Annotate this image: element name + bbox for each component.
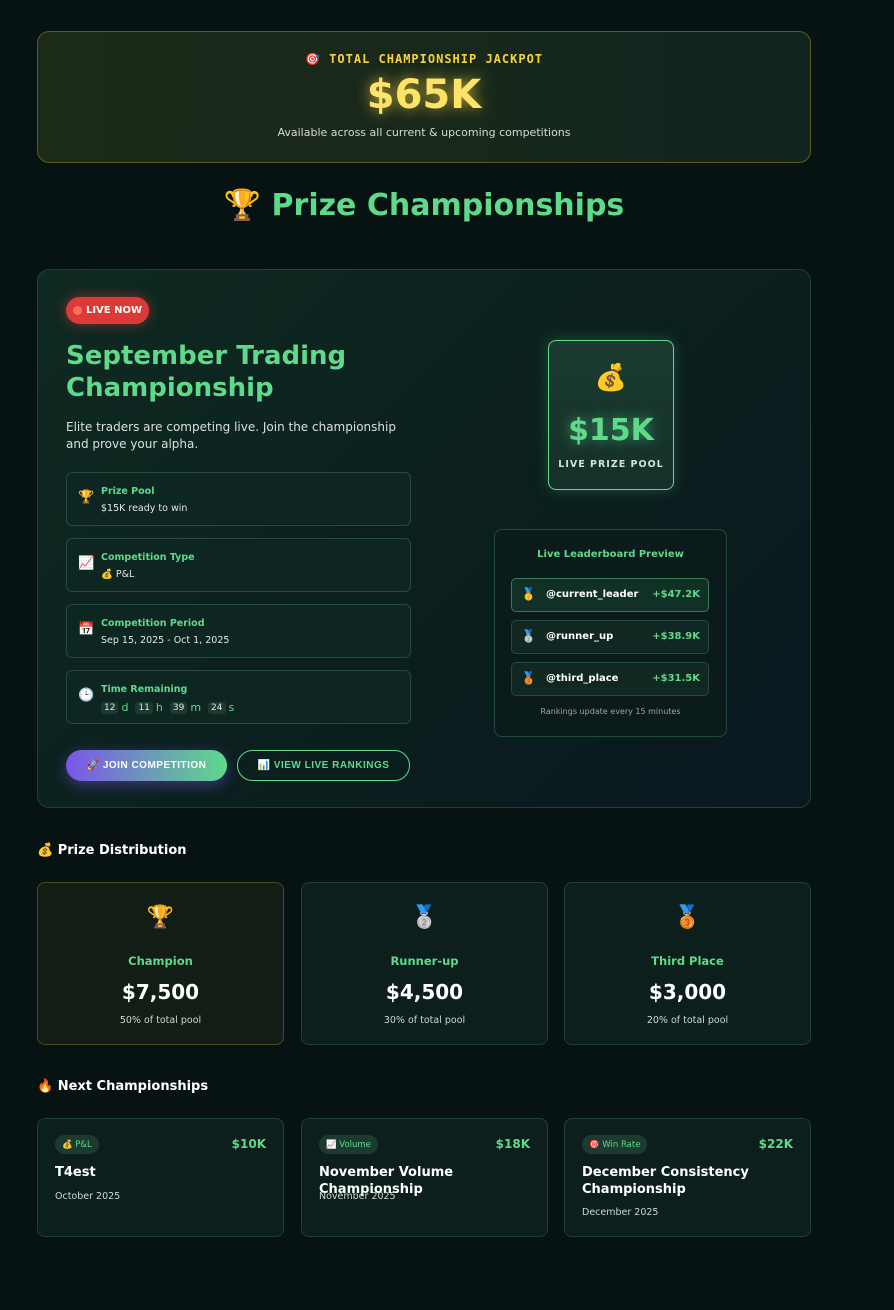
championship-date: November 2025 xyxy=(319,1191,396,1202)
competition-title: September Trading Championship xyxy=(66,341,347,403)
competition-type-badge: 🎯 Win Rate xyxy=(582,1135,648,1154)
competition-type-badge: 📈 Volume xyxy=(319,1135,378,1154)
championship-title: T4est xyxy=(55,1165,96,1180)
next-championship-card[interactable]: 💰 P&L $10K T4est October 2025 xyxy=(37,1118,284,1237)
info-value: 💰 P&L xyxy=(101,569,135,580)
info-prize-pool: 🏆 Prize Pool $15K ready to win xyxy=(66,472,411,526)
timer-unit: d xyxy=(121,701,129,714)
prize-percentage: 30% of total pool xyxy=(383,1015,466,1026)
next-championship-card[interactable]: 🎯 Win Rate $22K December Consistency Cha… xyxy=(564,1118,811,1237)
timer-unit: m xyxy=(190,701,202,714)
prize-amount: $4,500 xyxy=(385,980,464,1004)
info-value: Sep 15, 2025 - Oct 1, 2025 xyxy=(101,635,230,646)
championship-prize: $18K xyxy=(495,1137,530,1151)
jackpot-amount: $65K xyxy=(366,72,482,118)
championship-prize: $22K xyxy=(758,1137,793,1151)
leaderboard-user: @third_place xyxy=(546,673,619,684)
live-badge: LIVE NOW xyxy=(66,297,149,324)
prize-label: Third Place xyxy=(651,954,724,968)
info-label: Time Remaining xyxy=(101,684,188,695)
silver-medal-icon: 🥈 xyxy=(521,629,536,643)
view-live-rankings-button[interactable]: 📊 VIEW LIVE RANKINGS xyxy=(237,750,410,781)
leaderboard-footer: Rankings update every 15 minutes xyxy=(540,707,681,716)
leaderboard-value: +$31.5K xyxy=(652,673,700,684)
info-time-remaining: 🕒 Time Remaining 12 d 11 h 39 m 24 s xyxy=(66,670,411,724)
trophy-icon: 🏆 xyxy=(223,188,262,223)
silver-medal-icon: 🥈 xyxy=(410,905,439,930)
prize-percentage: 50% of total pool xyxy=(119,1015,202,1026)
calendar-icon: 📅 xyxy=(78,622,95,637)
prize-card-runner-up: 🥈 Runner-up $4,500 30% of total pool xyxy=(301,882,548,1045)
prize-card-third-place: 🥉 Third Place $3,000 20% of total pool xyxy=(564,882,811,1045)
clock-icon: 🕒 xyxy=(78,688,95,703)
leaderboard-user: @runner_up xyxy=(546,631,614,642)
bronze-medal-icon: 🥉 xyxy=(521,671,536,685)
page-title: 🏆 Prize Championships xyxy=(0,188,848,223)
live-prize-pool-card: 💰 $15K LIVE PRIZE POOL xyxy=(548,340,674,490)
leaderboard-row[interactable]: 🥇 @current_leader +$47.2K xyxy=(511,578,709,612)
trophy-icon: 🏆 xyxy=(146,905,175,930)
leaderboard-value: +$38.9K xyxy=(652,631,700,642)
live-competition-card: LIVE NOW September Trading Championship … xyxy=(37,269,811,808)
live-badge-label: LIVE NOW xyxy=(85,305,143,316)
timer-hours: 11 xyxy=(135,701,153,714)
gold-medal-icon: 🥇 xyxy=(521,587,536,601)
info-value: $15K ready to win xyxy=(101,503,188,514)
page-title-text: Prize Championships xyxy=(271,188,625,223)
prize-label: Runner-up xyxy=(390,954,459,968)
competition-description: Elite traders are competing live. Join t… xyxy=(66,420,396,451)
leaderboard-title: Live Leaderboard Preview xyxy=(537,549,684,560)
championship-date: October 2025 xyxy=(55,1191,121,1202)
jackpot-label: 🎯 TOTAL CHAMPIONSHIP JACKPOT xyxy=(38,52,810,66)
championship-prize: $10K xyxy=(231,1137,266,1151)
timer-unit: h xyxy=(155,701,163,714)
prize-card-champion: 🏆 Champion $7,500 50% of total pool xyxy=(37,882,284,1045)
money-bag-icon: 💰 xyxy=(594,363,628,393)
leaderboard-preview: Live Leaderboard Preview 🥇 @current_lead… xyxy=(494,529,727,737)
trophy-icon: 🏆 xyxy=(78,490,95,505)
live-dot-icon xyxy=(72,306,82,315)
chart-line-icon: 📈 xyxy=(78,556,95,571)
championship-date: December 2025 xyxy=(582,1207,659,1218)
jackpot-banner: 🎯 TOTAL CHAMPIONSHIP JACKPOT $65K Availa… xyxy=(37,31,811,163)
info-label: Competition Period xyxy=(101,618,205,629)
next-championships-title: 🔥 Next Championships xyxy=(37,1079,209,1094)
info-competition-period: 📅 Competition Period Sep 15, 2025 - Oct … xyxy=(66,604,411,658)
next-championship-card[interactable]: 📈 Volume $18K November Volume Championsh… xyxy=(301,1118,548,1237)
prize-amount: $3,000 xyxy=(648,980,727,1004)
info-label: Prize Pool xyxy=(101,486,155,497)
pool-label: LIVE PRIZE POOL xyxy=(558,459,664,470)
championship-title: December Consistency Championship xyxy=(582,1165,749,1197)
pool-amount: $15K xyxy=(568,413,654,448)
bronze-medal-icon: 🥉 xyxy=(673,905,702,930)
prize-percentage: 20% of total pool xyxy=(646,1015,729,1026)
countdown-timer: 12 d 11 h 39 m 24 s xyxy=(101,701,238,714)
target-icon: 🎯 xyxy=(304,52,321,66)
timer-unit: s xyxy=(228,701,235,714)
competition-type-badge: 💰 P&L xyxy=(55,1135,99,1154)
leaderboard-value: +$47.2K xyxy=(652,589,700,600)
timer-minutes: 39 xyxy=(169,701,188,714)
prize-amount: $7,500 xyxy=(121,980,200,1004)
info-competition-type: 📈 Competition Type 💰 P&L xyxy=(66,538,411,592)
timer-days: 12 xyxy=(101,701,119,714)
leaderboard-row[interactable]: 🥉 @third_place +$31.5K xyxy=(511,662,709,696)
prize-distribution-title: 💰 Prize Distribution xyxy=(37,843,187,858)
jackpot-label-text: TOTAL CHAMPIONSHIP JACKPOT xyxy=(329,52,544,66)
join-competition-button[interactable]: 🚀 JOIN COMPETITION xyxy=(66,750,227,781)
jackpot-subtitle: Available across all current & upcoming … xyxy=(277,126,571,139)
info-label: Competition Type xyxy=(101,552,195,563)
leaderboard-row[interactable]: 🥈 @runner_up +$38.9K xyxy=(511,620,709,654)
leaderboard-user: @current_leader xyxy=(546,589,639,600)
timer-seconds: 24 xyxy=(208,701,226,714)
prize-label: Champion xyxy=(128,954,193,968)
